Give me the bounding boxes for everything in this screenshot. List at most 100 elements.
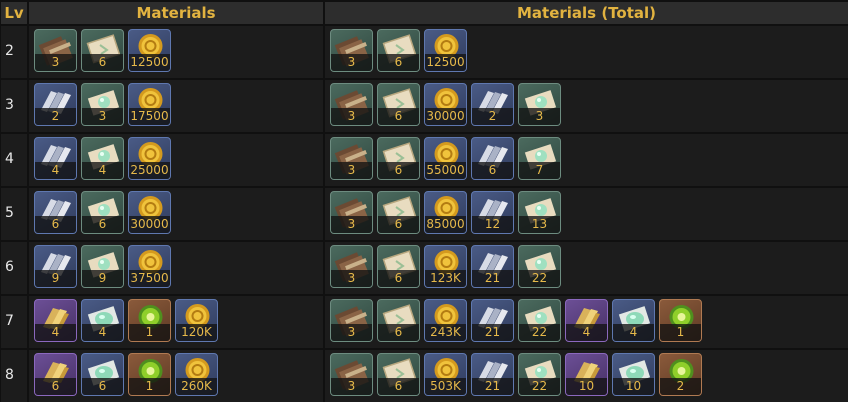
material-item[interactable]: 123K	[424, 245, 467, 288]
material-item[interactable]: 4	[81, 299, 124, 342]
item-quantity: 22	[519, 270, 560, 287]
material-item[interactable]: 6	[377, 299, 420, 342]
material-item[interactable]: 6	[81, 353, 124, 396]
material-item[interactable]: 2	[34, 83, 77, 126]
material-item[interactable]: 22	[518, 353, 561, 396]
material-item[interactable]: 6	[377, 245, 420, 288]
material-item[interactable]: 3	[330, 245, 373, 288]
item-quantity: 6	[378, 378, 419, 395]
item-quantity: 4	[82, 324, 123, 341]
material-item[interactable]: 4	[81, 137, 124, 180]
item-quantity: 17500	[129, 108, 170, 125]
material-item[interactable]: 12500	[128, 29, 171, 72]
material-item[interactable]: 7	[518, 137, 561, 180]
material-item[interactable]: 21	[471, 299, 514, 342]
material-item[interactable]: 6	[471, 137, 514, 180]
material-item[interactable]: 37500	[128, 245, 171, 288]
materials-cell: 9 9 37500	[29, 242, 323, 294]
material-item[interactable]: 3	[518, 83, 561, 126]
item-quantity: 10	[566, 378, 607, 395]
item-quantity: 30000	[129, 216, 170, 233]
material-item[interactable]: 1	[128, 299, 171, 342]
material-item[interactable]: 1	[659, 299, 702, 342]
item-quantity: 6	[378, 162, 419, 179]
materials-total-cell: 3 6 85000 12 13	[325, 188, 848, 240]
materials-total-cell: 3 6 123K 21 22	[325, 242, 848, 294]
material-item[interactable]: 4	[612, 299, 655, 342]
material-item[interactable]: 3	[330, 29, 373, 72]
item-quantity: 7	[519, 162, 560, 179]
material-item[interactable]: 21	[471, 245, 514, 288]
material-item[interactable]: 17500	[128, 83, 171, 126]
material-item[interactable]: 13	[518, 191, 561, 234]
material-item[interactable]: 4	[34, 137, 77, 180]
item-quantity: 3	[331, 162, 372, 179]
materials-total-cell: 3 6 12500	[325, 26, 848, 78]
material-item[interactable]: 4	[565, 299, 608, 342]
material-item[interactable]: 30000	[128, 191, 171, 234]
material-item[interactable]: 30000	[424, 83, 467, 126]
material-item[interactable]: 4	[34, 299, 77, 342]
material-item[interactable]: 3	[330, 299, 373, 342]
material-item[interactable]: 3	[330, 83, 373, 126]
item-quantity: 243K	[425, 324, 466, 341]
material-item[interactable]: 6	[377, 83, 420, 126]
material-item[interactable]: 243K	[424, 299, 467, 342]
material-item[interactable]: 6	[377, 353, 420, 396]
material-item[interactable]: 3	[330, 353, 373, 396]
material-item[interactable]: 503K	[424, 353, 467, 396]
material-item[interactable]: 55000	[424, 137, 467, 180]
material-item[interactable]: 2	[659, 353, 702, 396]
item-quantity: 6	[378, 324, 419, 341]
item-quantity: 6	[35, 216, 76, 233]
item-quantity: 12500	[129, 54, 170, 71]
lv-cell: 6	[1, 242, 27, 294]
material-item[interactable]: 22	[518, 245, 561, 288]
material-item[interactable]: 9	[81, 245, 124, 288]
item-quantity: 6	[378, 270, 419, 287]
item-quantity: 25000	[129, 162, 170, 179]
item-quantity: 2	[35, 108, 76, 125]
material-item[interactable]: 2	[471, 83, 514, 126]
material-item[interactable]: 3	[330, 137, 373, 180]
material-item[interactable]: 6	[34, 191, 77, 234]
material-item[interactable]: 22	[518, 299, 561, 342]
item-quantity: 6	[35, 378, 76, 395]
material-item[interactable]: 6	[377, 29, 420, 72]
material-item[interactable]: 12	[471, 191, 514, 234]
materials-cell: 6 6 1 260K	[29, 350, 323, 402]
material-item[interactable]: 3	[330, 191, 373, 234]
item-quantity: 6	[82, 378, 123, 395]
item-quantity: 85000	[425, 216, 466, 233]
lv-cell: 4	[1, 134, 27, 186]
item-quantity: 1	[129, 378, 170, 395]
materials-cell: 4 4 25000	[29, 134, 323, 186]
item-quantity: 3	[35, 54, 76, 71]
material-item[interactable]: 6	[377, 191, 420, 234]
materials-total-cell: 3 6 243K 21 22 4 4 1	[325, 296, 848, 348]
material-item[interactable]: 120K	[175, 299, 218, 342]
item-quantity: 120K	[176, 324, 217, 341]
material-item[interactable]: 6	[81, 191, 124, 234]
material-item[interactable]: 3	[34, 29, 77, 72]
material-item[interactable]: 10	[612, 353, 655, 396]
item-quantity: 30000	[425, 108, 466, 125]
material-item[interactable]: 1	[128, 353, 171, 396]
material-item[interactable]: 6	[377, 137, 420, 180]
header-materials-total: Materials (Total)	[325, 2, 848, 24]
item-quantity: 3	[331, 216, 372, 233]
material-item[interactable]: 10	[565, 353, 608, 396]
material-item[interactable]: 6	[34, 353, 77, 396]
header-lv: Lv	[1, 2, 27, 24]
material-item[interactable]: 9	[34, 245, 77, 288]
lv-cell: 3	[1, 80, 27, 132]
item-quantity: 3	[82, 108, 123, 125]
material-item[interactable]: 21	[471, 353, 514, 396]
material-item[interactable]: 3	[81, 83, 124, 126]
material-item[interactable]: 85000	[424, 191, 467, 234]
material-item[interactable]: 25000	[128, 137, 171, 180]
material-item[interactable]: 260K	[175, 353, 218, 396]
material-item[interactable]: 12500	[424, 29, 467, 72]
materials-cell: 3 6 12500	[29, 26, 323, 78]
material-item[interactable]: 6	[81, 29, 124, 72]
